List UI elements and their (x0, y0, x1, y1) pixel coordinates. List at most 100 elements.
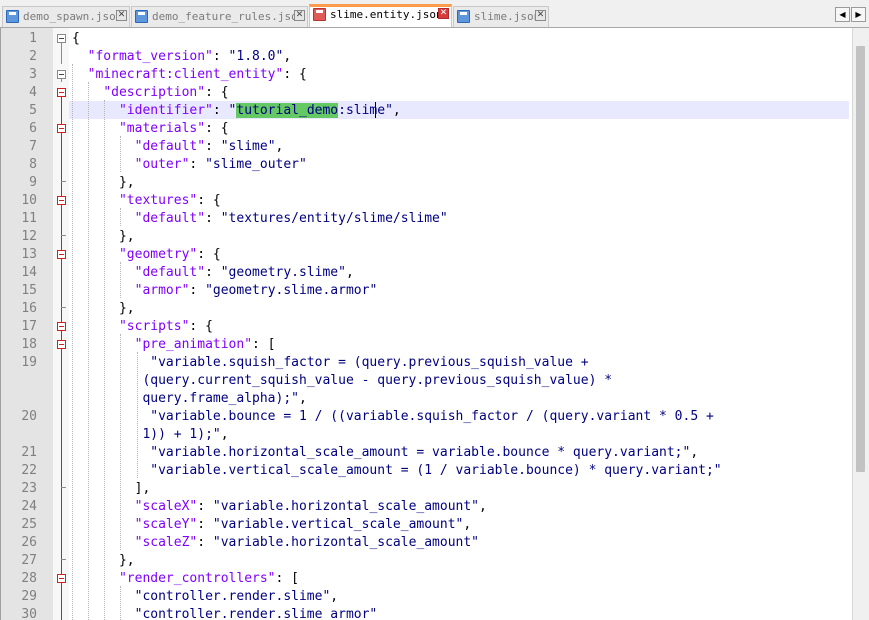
json-punctuation: , (392, 103, 401, 118)
json-punctuation (72, 337, 135, 352)
json-punctuation (72, 247, 119, 262)
json-punctuation: , (299, 391, 307, 406)
json-key: "default" (134, 265, 206, 280)
text-cursor (375, 102, 376, 118)
tab-demo-feature-rules[interactable]: demo_feature_rules.json ✕ (131, 6, 308, 27)
scrollbar-thumb[interactable] (856, 46, 865, 472)
line-number: 27 (21, 553, 37, 568)
json-key: "default" (134, 139, 206, 154)
code-line[interactable]: "textures": { (72, 192, 221, 210)
code-line[interactable]: "outer": "slime_outer" (72, 156, 307, 174)
code-line[interactable]: "pre_animation": [ (72, 336, 276, 354)
fold-minus-icon[interactable] (57, 70, 66, 79)
json-punctuation (72, 427, 142, 442)
close-icon[interactable]: ✕ (116, 10, 127, 21)
code-line[interactable]: "materials": { (72, 120, 229, 138)
json-punctuation: : (212, 49, 229, 64)
code-line[interactable]: "variable.bounce = 1 / ((variable.squish… (72, 408, 714, 426)
code-line[interactable]: { (72, 30, 80, 48)
json-key: "minecraft:client_entity" (87, 67, 284, 82)
json-punctuation: : [ (275, 571, 299, 586)
line-number: 12 (21, 229, 37, 244)
json-string: (query.current_squish_value - query.prev… (142, 373, 613, 388)
line-number: 28 (21, 571, 37, 586)
code-line[interactable]: "controller.render.slime_armor" (72, 606, 378, 620)
file-icon (457, 10, 470, 23)
fold-end-tick (61, 181, 66, 182)
fold-minus-icon[interactable] (57, 574, 66, 583)
code-line[interactable]: "format_version": "1.8.0", (72, 48, 292, 66)
json-punctuation (72, 49, 88, 64)
fold-minus-icon[interactable] (57, 34, 66, 43)
code-line[interactable]: "controller.render.slime", (72, 588, 339, 606)
line-number: 1 (29, 31, 37, 46)
json-string: "variable.horizontal_scale_amount" (212, 499, 480, 514)
json-key: "textures" (118, 193, 198, 208)
code-line[interactable]: (query.current_squish_value - query.prev… (72, 372, 612, 390)
code-line[interactable]: }, (72, 300, 135, 318)
code-line[interactable]: "variable.vertical_scale_amount = (1 / v… (72, 462, 721, 480)
close-icon[interactable]: ✕ (535, 10, 546, 21)
code-line[interactable]: "scaleZ": "variable.horizontal_scale_amo… (72, 534, 479, 552)
code-line[interactable]: "identifier": "tutorial_demo:slime", (72, 102, 401, 120)
json-key: "identifier" (118, 103, 213, 118)
code-line[interactable]: "default": "slime", (72, 138, 284, 156)
tab-demo-spawn[interactable]: demo_spawn.json ✕ (2, 6, 130, 27)
fold-minus-icon[interactable] (57, 340, 66, 349)
json-key: "render_controllers" (118, 571, 276, 586)
json-punctuation (72, 211, 135, 226)
json-key: "materials" (118, 121, 206, 136)
json-punctuation: : (197, 499, 213, 514)
code-line[interactable]: }, (72, 228, 135, 246)
json-punctuation: , (345, 265, 354, 280)
fold-minus-icon[interactable] (57, 322, 66, 331)
json-string: "variable.squish_factor = (query.previou… (150, 355, 589, 370)
code-line[interactable]: "minecraft:client_entity": { (72, 66, 307, 84)
json-string: "controller.render.slime" (134, 589, 331, 604)
line-number: 15 (21, 283, 37, 298)
fold-minus-icon[interactable] (57, 88, 66, 97)
json-punctuation (72, 409, 150, 424)
line-number: 13 (21, 247, 37, 262)
code-line[interactable]: "default": "textures/entity/slime/slime" (72, 210, 448, 228)
code-line[interactable]: "scaleY": "variable.vertical_scale_amoun… (72, 516, 472, 534)
line-number: 10 (21, 193, 37, 208)
code-line[interactable]: "default": "geometry.slime", (72, 264, 354, 282)
json-punctuation (72, 589, 135, 604)
fold-line (61, 79, 62, 82)
code-line[interactable]: }, (72, 552, 135, 570)
file-icon (6, 10, 19, 23)
code-line[interactable]: "render_controllers": [ (72, 570, 299, 588)
code-editor[interactable]: 1 2 3 4 5 6 7 8 9 10 11 12 13 14 15 16 17 18 19 20 21 22 23 24 2… (0, 28, 853, 620)
code-line[interactable]: "scaleX": "variable.horizontal_scale_amo… (72, 498, 487, 516)
code-line[interactable]: "variable.squish_factor = (query.previou… (72, 354, 589, 372)
json-key: "pre_animation" (134, 337, 253, 352)
code-line[interactable]: "geometry": { (72, 246, 221, 264)
tab-scroll-left-button[interactable]: ◀ (835, 7, 850, 22)
fold-minus-icon[interactable] (57, 196, 66, 205)
line-number: 21 (21, 445, 37, 460)
json-string: "slime" (220, 139, 276, 154)
code-line[interactable]: query.frame_alpha);", (72, 390, 307, 408)
json-punctuation: }, (72, 553, 135, 568)
json-key: "default" (134, 211, 206, 226)
code-line[interactable]: "variable.horizontal_scale_amount = vari… (72, 444, 698, 462)
line-number: 2 (29, 49, 37, 64)
code-line[interactable]: 1)) + 1);", (72, 426, 228, 444)
tab-slime-entity[interactable]: slime.entity.json ✕ (309, 4, 452, 27)
close-icon[interactable]: ✕ (294, 10, 305, 21)
code-line[interactable]: "scripts": { (72, 318, 213, 336)
vertical-scrollbar[interactable] (852, 28, 869, 620)
close-icon[interactable]: ✕ (438, 8, 449, 19)
fold-minus-icon[interactable] (57, 124, 66, 133)
fold-minus-icon[interactable] (57, 250, 66, 259)
line-number: 17 (21, 319, 37, 334)
tab-scroll-right-button[interactable]: ▶ (851, 7, 866, 22)
json-punctuation: , (275, 139, 284, 154)
code-line[interactable]: }, (72, 174, 135, 192)
code-line[interactable]: ], (72, 480, 151, 498)
tab-slime[interactable]: slime.json ✕ (453, 6, 549, 27)
line-number: 8 (29, 157, 37, 172)
code-line[interactable]: "armor": "geometry.slime.armor" (72, 282, 378, 300)
code-line[interactable]: "description": { (72, 84, 228, 102)
